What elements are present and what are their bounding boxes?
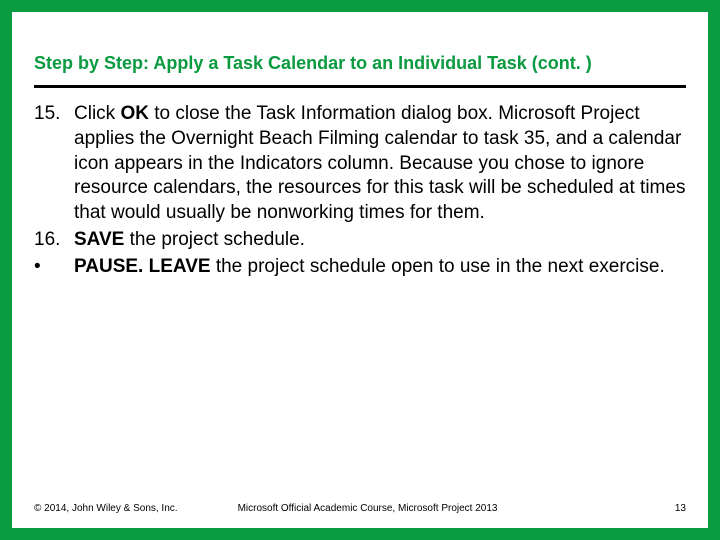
text-bold: PAUSE. LEAVE: [74, 256, 211, 277]
list-item: 15. Click OK to close the Task Informati…: [34, 102, 686, 225]
text-run: the project schedule open to use in the …: [211, 256, 665, 277]
item-text: SAVE the project schedule.: [74, 228, 686, 253]
item-text: Click OK to close the Task Information d…: [74, 102, 686, 225]
footer-copyright: © 2014, John Wiley & Sons, Inc.: [34, 503, 178, 514]
list-item: 16. SAVE the project schedule.: [34, 228, 686, 253]
item-text: PAUSE. LEAVE the project schedule open t…: [74, 255, 686, 280]
slide-frame: Step by Step: Apply a Task Calendar to a…: [0, 0, 720, 540]
item-number: 15.: [34, 102, 74, 225]
item-bullet: •: [34, 255, 74, 280]
footer-page-number: 13: [675, 503, 686, 514]
text-bold: SAVE: [74, 229, 124, 250]
text-run: the project schedule.: [124, 229, 305, 250]
list-item: • PAUSE. LEAVE the project schedule open…: [34, 255, 686, 280]
footer-course: Microsoft Official Academic Course, Micr…: [178, 503, 675, 514]
title-rule: [34, 85, 686, 88]
text-run: Click: [74, 103, 120, 124]
text-run: to close the Task Information dialog box…: [74, 103, 685, 223]
slide-title: Step by Step: Apply a Task Calendar to a…: [34, 52, 686, 85]
item-number: 16.: [34, 228, 74, 253]
body-content: 15. Click OK to close the Task Informati…: [34, 102, 686, 279]
footer: © 2014, John Wiley & Sons, Inc. Microsof…: [34, 503, 686, 514]
slide-inner: Step by Step: Apply a Task Calendar to a…: [12, 12, 708, 279]
text-bold: OK: [120, 103, 149, 124]
